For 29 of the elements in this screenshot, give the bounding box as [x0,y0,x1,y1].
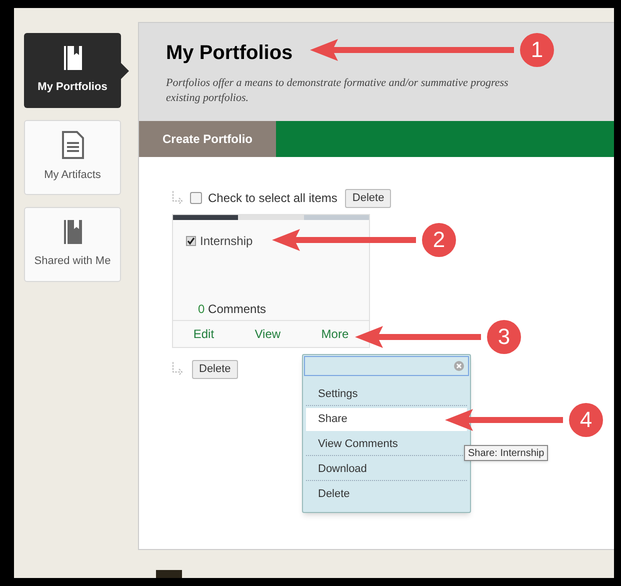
menu-item[interactable]: Share [306,408,467,431]
branch-arrow-icon [172,191,184,205]
card-link[interactable]: Edit [193,325,214,343]
page-title: My Portfolios [166,41,293,66]
delete-button[interactable]: Delete [192,360,238,378]
select-all-label: Check to select all items [208,190,338,207]
sidebar-item[interactable]: My Portfolios [24,33,121,108]
select-all-checkbox[interactable] [190,192,202,204]
branch-arrow-icon [172,362,184,376]
page-description: Portfolios offer a means to demonstrate formative and/or summative progress existing portfolios. [166,76,510,106]
card-link[interactable]: View [254,325,281,343]
card-link[interactable]: More [321,325,349,343]
sidebar-item[interactable]: Shared with Me [24,207,121,282]
document-icon [62,131,84,160]
book-icon [62,219,82,246]
sidebar-item[interactable]: My Artifacts [24,120,121,195]
menu-search-field[interactable] [304,356,469,376]
menu-item[interactable]: Settings [306,383,467,406]
menu-item[interactable]: Delete [306,483,467,506]
tooltip: Share: Internship [464,445,548,461]
create-portfolio-button[interactable]: Create Portfolio [139,121,276,157]
portfolio-title: Internship [200,233,253,250]
pointer-triangle [121,63,129,79]
portfolio-checkbox[interactable] [186,236,196,246]
book-icon [62,45,82,72]
checkmark-icon [187,237,195,245]
comments-count[interactable]: 0 Comments [173,300,369,318]
clear-icon[interactable] [454,361,464,371]
delete-button[interactable]: Delete [345,188,392,208]
